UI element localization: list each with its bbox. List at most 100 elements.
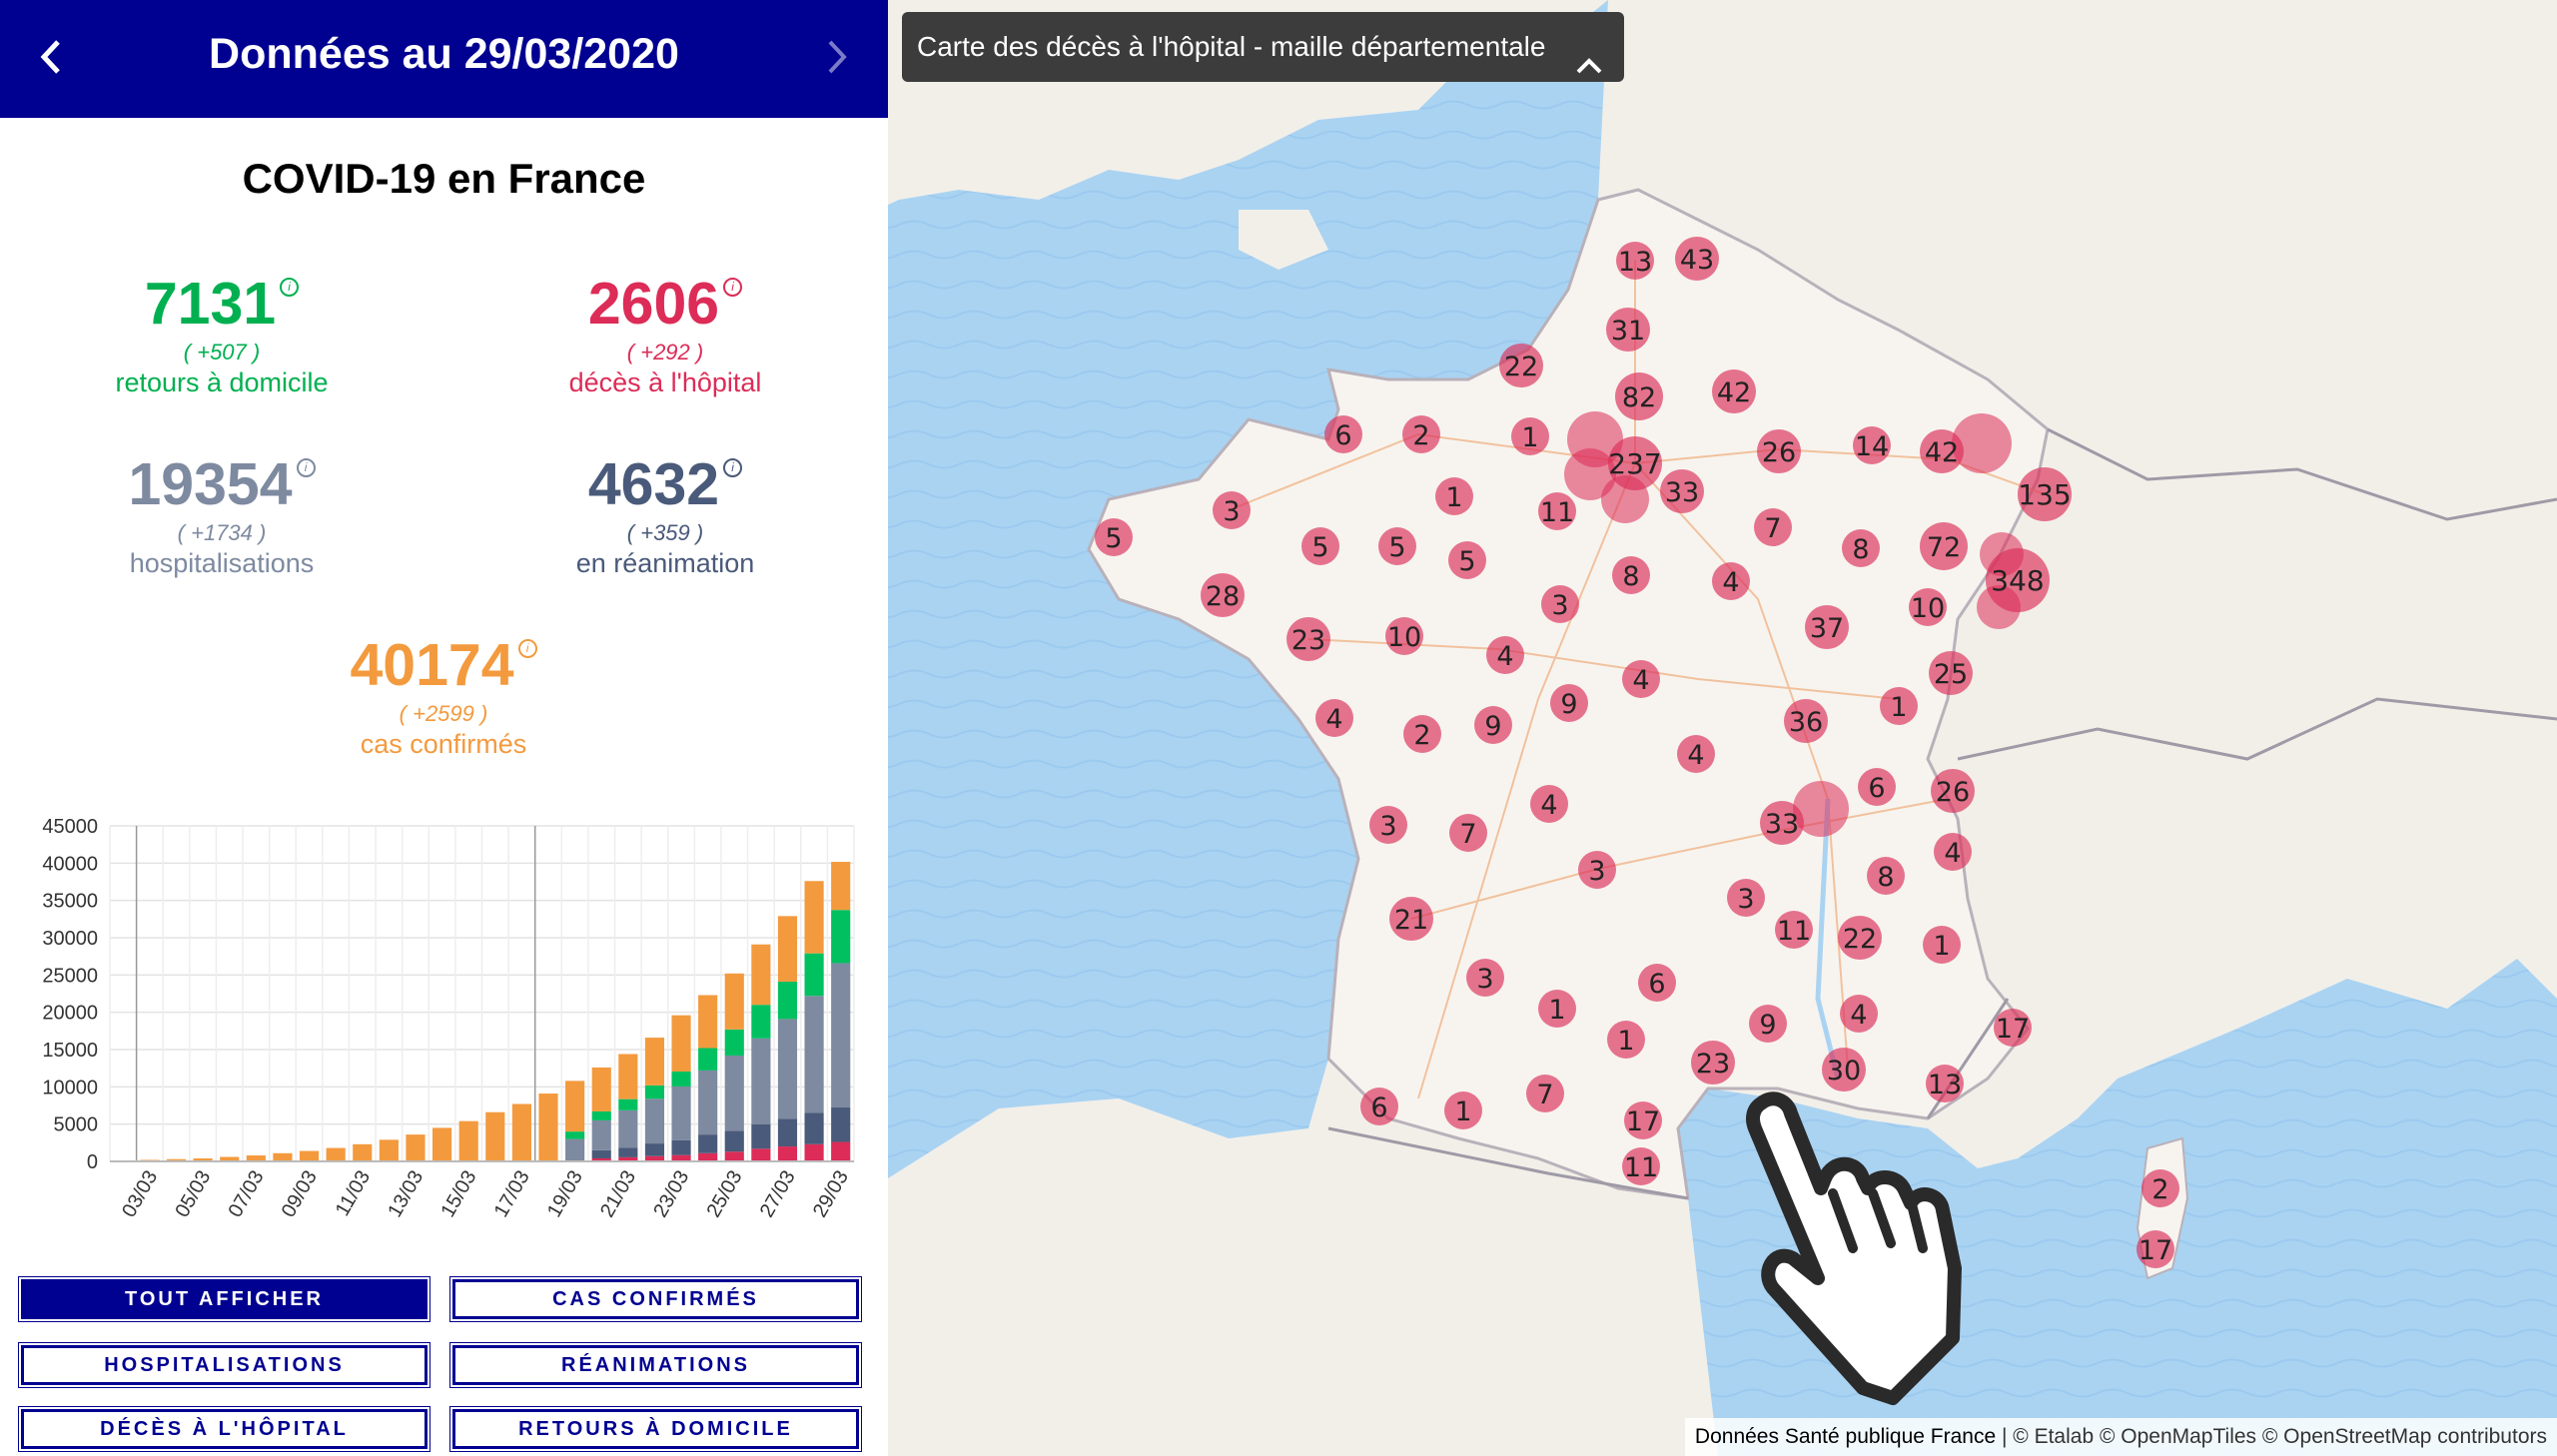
death-marker[interactable]: 4 [1677,735,1715,773]
map-attribution: Données Santé publique France | © Etalab… [1684,1418,2557,1456]
death-marker[interactable]: 8 [1867,857,1905,895]
stat-label: décès à l'hôpital [568,367,762,397]
death-marker[interactable]: 6 [1324,415,1362,453]
death-marker[interactable]: 8 [1612,556,1650,594]
death-marker[interactable]: 1 [1511,417,1549,455]
death-marker[interactable]: 7 [1526,1075,1564,1112]
cas-confirmes-button[interactable]: CAS CONFIRMÉS [449,1276,862,1322]
death-marker[interactable]: 4 [1315,699,1353,737]
death-marker[interactable]: 4 [1622,660,1660,698]
marker-label: 2 [2151,1174,2168,1205]
death-marker[interactable]: 237 [1608,436,1662,490]
death-marker[interactable]: 37 [1805,605,1849,649]
map-layer-selector[interactable]: Carte des décès à l'hôpital - maille dép… [902,12,1624,82]
info-icon[interactable]: i [723,278,743,297]
marker-label: 3 [1737,884,1754,915]
hospitalisations-button[interactable]: HOSPITALISATIONS [18,1342,430,1388]
death-marker[interactable]: 30 [1822,1048,1866,1092]
death-marker[interactable]: 17 [1624,1101,1662,1139]
death-marker[interactable]: 42 [1712,369,1756,413]
death-marker[interactable]: 31 [1606,308,1650,352]
death-marker[interactable]: 3 [1369,806,1407,844]
death-marker[interactable]: 23 [1286,617,1330,661]
death-marker[interactable]: 5 [1448,541,1486,579]
death-marker[interactable]: 3 [1541,585,1579,623]
death-marker[interactable]: 6 [1638,964,1676,1002]
death-marker[interactable]: 135 [2018,467,2072,521]
bar-retours [644,1085,665,1099]
death-marker[interactable]: 5 [1301,527,1339,565]
retours-button[interactable]: RETOURS À DOMICILE [449,1406,862,1452]
death-marker[interactable]: 13 [1926,1065,1964,1102]
info-icon[interactable]: i [723,458,743,477]
death-marker[interactable]: 72 [1920,522,1968,570]
death-marker[interactable]: 10 [1385,617,1423,655]
death-marker[interactable]: 26 [1931,769,1975,813]
death-marker[interactable]: 17 [2136,1230,2174,1268]
death-marker[interactable]: 43 [1675,237,1719,281]
death-marker[interactable]: 11 [1775,911,1813,949]
death-marker[interactable]: 4 [1530,785,1568,823]
death-marker[interactable]: 25 [1929,651,1973,695]
death-marker[interactable]: 17 [1994,1009,2032,1047]
death-marker[interactable]: 26 [1757,429,1801,473]
death-marker[interactable]: 7 [1754,508,1792,546]
death-marker[interactable]: 1 [1607,1021,1645,1059]
death-marker[interactable]: 4 [1840,995,1878,1033]
death-marker[interactable]: 5 [1378,527,1416,565]
death-marker[interactable]: 3 [1213,491,1251,529]
death-marker[interactable]: 23 [1691,1041,1735,1085]
death-marker[interactable]: 6 [1360,1088,1398,1125]
death-marker[interactable]: 33 [1760,801,1804,845]
death-marker[interactable]: 82 [1615,372,1663,420]
death-marker[interactable]: 6 [1858,768,1896,806]
death-marker[interactable]: 11 [1538,492,1576,530]
death-marker[interactable]: 1 [1538,990,1576,1028]
death-marker[interactable]: 1 [1444,1092,1482,1129]
deces-button[interactable]: DÉCÈS À L'HÔPITAL [18,1406,430,1452]
info-icon[interactable]: i [280,278,300,297]
death-marker[interactable]: 33 [1660,469,1704,513]
death-marker[interactable]: 9 [1749,1005,1787,1043]
death-marker[interactable]: 9 [1474,706,1512,744]
death-marker[interactable]: 1 [1435,477,1473,515]
death-marker[interactable]: 4 [1712,562,1750,600]
death-marker[interactable]: 3 [1578,851,1616,889]
show-all-button[interactable]: TOUT AFFICHER [18,1276,430,1322]
death-marker[interactable]: 14 [1853,426,1891,464]
death-marker[interactable]: 11 [1622,1147,1660,1185]
chevron-right-icon[interactable] [816,32,856,82]
death-marker[interactable]: 10 [1909,588,1947,626]
death-marker[interactable]: 2 [1402,415,1440,453]
death-marker[interactable]: 36 [1784,699,1828,743]
death-marker[interactable]: 5 [1095,518,1133,556]
info-icon[interactable]: i [517,639,537,658]
death-marker[interactable]: 21 [1389,897,1433,941]
death-marker[interactable]: 4 [1486,636,1524,674]
death-marker[interactable]: 22 [1499,344,1543,387]
death-marker[interactable]: 1 [1880,687,1918,725]
death-marker[interactable]: 1 [1923,926,1961,964]
death-marker[interactable]: 42 [1920,429,1964,473]
marker-label: 4 [1540,790,1557,821]
map-canvas[interactable]: 13 43312282 426 2 1237 26 14 421353 1 113375 5 5 5 8 4… [888,0,2557,1456]
death-marker[interactable]: 8 [1842,529,1880,567]
death-marker[interactable]: 2 [1403,715,1441,753]
attribution-source-link[interactable]: Données Santé publique France [1695,1425,1996,1448]
attribution-credits[interactable]: | © Etalab © OpenMapTiles © OpenStreetMa… [1996,1425,2547,1448]
death-marker[interactable]: 4 [1934,833,1972,871]
death-marker[interactable]: 3 [1727,879,1765,917]
death-marker[interactable]: 3 [1466,959,1504,997]
death-marker[interactable]: 9 [1550,684,1588,722]
death-marker[interactable]: 7 [1449,814,1487,852]
marker-label: 37 [1810,613,1844,644]
death-marker[interactable]: 13 [1616,242,1654,280]
reanimations-button[interactable]: RÉANIMATIONS [449,1342,862,1388]
death-marker[interactable]: 28 [1201,573,1245,617]
death-marker[interactable]: 2 [2141,1169,2179,1207]
death-marker[interactable]: 348 [1986,548,2050,612]
chevron-up-icon[interactable] [1574,34,1604,104]
info-icon[interactable]: i [296,458,316,477]
marker-label: 4 [1944,838,1961,869]
death-marker[interactable]: 22 [1838,916,1882,960]
